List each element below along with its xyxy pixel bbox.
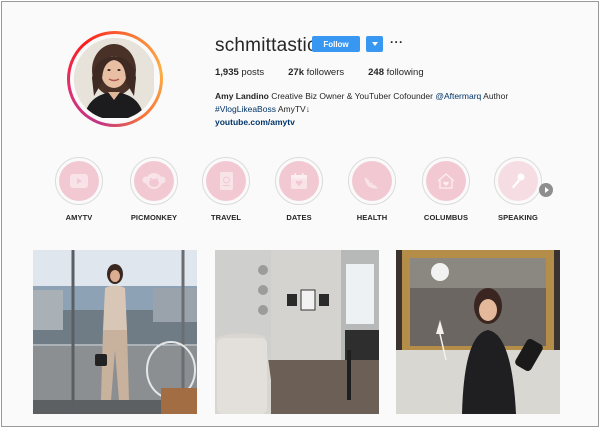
post-image-living-room xyxy=(215,250,379,414)
post-image-mirror xyxy=(396,250,560,414)
hashtag-link[interactable]: #VlogLikeaBoss xyxy=(215,104,276,114)
following-label: following xyxy=(386,67,424,78)
bio-text-amytv: AmyTV↓ xyxy=(275,104,310,114)
profile-page: schmittastic Follow ··· 1,935 posts 27k … xyxy=(1,1,599,427)
bio-text-author: Author xyxy=(481,91,509,101)
highlight-picmonkey[interactable]: PICMONKEY xyxy=(124,157,184,222)
post-image-balcony xyxy=(33,250,197,414)
highlight-amytv[interactable]: AMYTV xyxy=(49,157,109,222)
highlight-dates[interactable]: DATES xyxy=(269,157,329,222)
profile-username: schmittastic xyxy=(215,35,317,56)
posts-count: 1,935 xyxy=(215,67,239,78)
post-thumbnail[interactable] xyxy=(215,250,379,414)
suggested-accounts-button[interactable] xyxy=(366,36,383,52)
passport-icon xyxy=(220,172,233,190)
highlight-label: PICMONKEY xyxy=(130,213,178,222)
bio-line-1: Amy Landino Creative Biz Owner & YouTube… xyxy=(215,90,545,103)
profile-avatar[interactable] xyxy=(67,31,163,127)
full-name: Amy Landino xyxy=(215,91,269,101)
profile-bio: Amy Landino Creative Biz Owner & YouTube… xyxy=(215,90,545,129)
highlight-travel[interactable]: TRAVEL xyxy=(196,157,256,222)
melon-icon xyxy=(364,177,378,189)
highlight-label: SPEAKING xyxy=(498,213,538,222)
followers-stat[interactable]: 27k followers xyxy=(288,67,344,78)
post-thumbnail[interactable] xyxy=(396,250,560,414)
highlight-label: COLUMBUS xyxy=(423,213,469,222)
bio-text: Creative Biz Owner & YouTuber Cofounder xyxy=(268,91,436,101)
bio-line-3: youtube.com/amytv xyxy=(215,116,545,129)
highlight-label: DATES xyxy=(286,213,312,222)
play-icon xyxy=(70,174,88,188)
follow-button[interactable]: Follow xyxy=(312,36,360,52)
calendar-heart-icon xyxy=(291,173,307,189)
highlight-label: HEALTH xyxy=(356,213,388,222)
website-link[interactable]: youtube.com/amytv xyxy=(215,117,295,127)
post-thumbnail[interactable] xyxy=(33,250,197,414)
mention-link[interactable]: @Aftermarq xyxy=(435,91,481,101)
story-highlights: AMYTV PICMONKEY TRAVEL DATES HEALTH COLU… xyxy=(32,157,572,227)
picmonkey-icon xyxy=(142,173,166,189)
highlights-next-button[interactable] xyxy=(539,183,553,197)
house-heart-icon xyxy=(437,173,455,189)
highlight-label: AMYTV xyxy=(65,213,93,222)
chevron-right-icon xyxy=(544,187,549,193)
highlight-columbus[interactable]: COLUMBUS xyxy=(416,157,476,222)
chevron-down-icon xyxy=(371,42,378,46)
highlight-label: TRAVEL xyxy=(210,213,242,222)
microphone-icon xyxy=(512,173,525,189)
more-options-icon[interactable]: ··· xyxy=(390,35,404,49)
posts-stat: 1,935 posts xyxy=(215,67,264,78)
highlight-health[interactable]: HEALTH xyxy=(342,157,402,222)
followers-count: 27k xyxy=(288,67,304,78)
followers-label: followers xyxy=(306,67,345,78)
following-stat[interactable]: 248 following xyxy=(368,67,423,78)
avatar-photo xyxy=(74,38,154,118)
posts-label: posts xyxy=(241,67,265,78)
following-count: 248 xyxy=(368,67,384,78)
bio-line-2: #VlogLikeaBoss AmyTV↓ xyxy=(215,103,545,116)
profile-stats: 1,935 posts 27k followers 248 following xyxy=(215,67,448,78)
